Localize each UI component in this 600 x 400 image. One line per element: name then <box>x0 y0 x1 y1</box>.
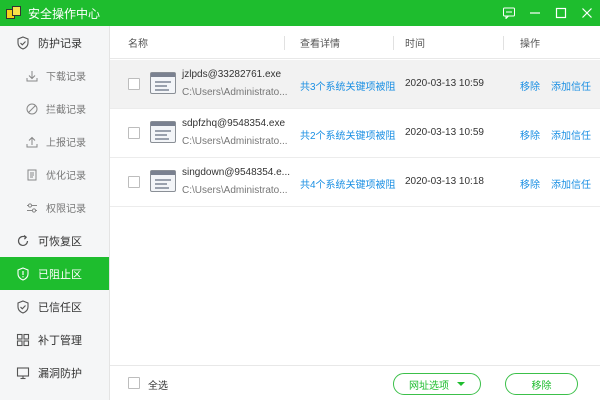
sidebar-item-label: 已阻止区 <box>38 268 82 281</box>
table-row[interactable]: singdown@9548354.e... C:\Users\Administr… <box>110 158 600 207</box>
select-all-checkbox[interactable] <box>128 377 140 389</box>
column-header-action: 操作 <box>520 39 540 50</box>
upload-icon <box>26 136 38 148</box>
file-path: C:\Users\Administrato... <box>182 87 288 98</box>
sidebar-item-label: 上报记录 <box>46 138 86 149</box>
file-name: singdown@9548354.e... <box>182 167 291 178</box>
file-name: sdpfzhq@9548354.exe <box>182 118 286 129</box>
sidebar-item-permission-records[interactable]: 权限记录 <box>0 191 109 224</box>
sidebar-item-optimize-records[interactable]: 优化记录 <box>0 158 109 191</box>
sidebar-item-report-records[interactable]: 上报记录 <box>0 125 109 158</box>
sidebar-item-protection-records[interactable]: 防护记录 <box>0 26 109 59</box>
detail-link[interactable]: 共2个系统关键项被阻 <box>300 127 396 142</box>
shield-check-icon <box>16 35 30 50</box>
monitor-icon <box>16 366 30 380</box>
sidebar-item-label: 漏洞防护 <box>38 367 82 380</box>
exe-file-icon <box>150 72 176 94</box>
maximize-icon <box>555 7 567 19</box>
add-trust-link[interactable]: 添加信任 <box>551 127 591 142</box>
add-trust-link[interactable]: 添加信任 <box>551 176 591 191</box>
feedback-button[interactable] <box>496 0 522 26</box>
document-icon <box>26 169 38 181</box>
sidebar-item-blocked-zone[interactable]: 已阻止区 <box>0 257 109 290</box>
window-controls <box>496 0 600 26</box>
close-button[interactable] <box>574 0 600 26</box>
remove-link[interactable]: 移除 <box>520 176 540 191</box>
block-icon <box>26 103 38 115</box>
sidebar-item-vulnerability-protection[interactable]: 漏洞防护 <box>0 356 109 389</box>
sidebar-item-label: 权限记录 <box>46 204 86 215</box>
detail-link[interactable]: 共4个系统关键项被阻 <box>300 176 396 191</box>
chevron-down-icon <box>457 382 465 386</box>
sliders-icon <box>26 202 38 214</box>
remove-link[interactable]: 移除 <box>520 127 540 142</box>
sidebar-item-label: 补丁管理 <box>38 334 82 347</box>
time-value: 2020-03-13 10:59 <box>405 127 484 138</box>
remove-link[interactable]: 移除 <box>520 78 540 93</box>
exe-file-icon <box>150 121 176 143</box>
column-header-time[interactable]: 时间 <box>405 26 425 59</box>
url-options-button[interactable]: 网址选项 <box>393 373 481 395</box>
download-icon <box>26 70 38 82</box>
sidebar-item-label: 下载记录 <box>46 72 86 83</box>
window-title: 安全操作中心 <box>28 6 101 21</box>
remove-button-label: 移除 <box>531 380 552 392</box>
remove-button[interactable]: 移除 <box>505 373 578 395</box>
close-icon <box>582 8 592 18</box>
select-all-label[interactable]: 全选 <box>148 377 168 392</box>
sidebar-item-intercept-records[interactable]: 拦截记录 <box>0 92 109 125</box>
add-trust-link[interactable]: 添加信任 <box>551 78 591 93</box>
column-header-name[interactable]: 名称 <box>128 26 148 59</box>
time-value: 2020-03-13 10:18 <box>405 176 484 187</box>
exe-file-icon <box>150 170 176 192</box>
sidebar-item-label: 可恢复区 <box>38 235 82 248</box>
shield-trust-icon <box>16 299 30 314</box>
table-row[interactable]: jzlpds@33282761.exe C:\Users\Administrat… <box>110 60 600 109</box>
restore-icon <box>16 234 30 248</box>
main-panel: 名称 查看详情 时间 操作 jzlpds@33282761.exe C:\Use… <box>110 26 600 400</box>
minimize-icon <box>530 12 540 14</box>
maximize-button[interactable] <box>548 0 574 26</box>
column-header-detail[interactable]: 查看详情 <box>300 26 340 59</box>
sidebar-item-label: 优化记录 <box>46 171 86 182</box>
feedback-icon <box>503 7 515 19</box>
app-logo-icon <box>6 6 22 20</box>
sidebar-item-recoverable-zone[interactable]: 可恢复区 <box>0 224 109 257</box>
row-checkbox[interactable] <box>128 78 140 90</box>
column-separator <box>503 36 504 50</box>
title-bar: 安全操作中心 <box>0 0 600 26</box>
sidebar-item-label: 拦截记录 <box>46 105 86 116</box>
file-path: C:\Users\Administrato... <box>182 185 288 196</box>
row-checkbox[interactable] <box>128 127 140 139</box>
time-value: 2020-03-13 10:59 <box>405 78 484 89</box>
detail-link[interactable]: 共3个系统关键项被阻 <box>300 78 396 93</box>
column-separator <box>393 36 394 50</box>
minimize-button[interactable] <box>522 0 548 26</box>
url-options-label: 网址选项 <box>409 380 449 392</box>
file-name: jzlpds@33282761.exe <box>182 69 282 80</box>
sidebar: 防护记录 下载记录 拦截记录 上报记录 优化记录 权限记录 可恢复区 已阻止区 … <box>0 26 110 400</box>
row-checkbox[interactable] <box>128 176 140 188</box>
sidebar-item-trusted-zone[interactable]: 已信任区 <box>0 290 109 323</box>
file-path: C:\Users\Administrato... <box>182 136 288 147</box>
column-separator <box>284 36 285 50</box>
table-row[interactable]: sdpfzhq@9548354.exe C:\Users\Administrat… <box>110 109 600 158</box>
sidebar-item-label: 防护记录 <box>38 37 82 50</box>
sidebar-item-label: 已信任区 <box>38 301 82 314</box>
shield-alert-icon <box>16 266 30 281</box>
footer-bar: 全选 网址选项 移除 <box>110 365 600 400</box>
sidebar-item-download-records[interactable]: 下载记录 <box>0 59 109 92</box>
grid-icon <box>16 333 30 347</box>
table-header: 名称 查看详情 时间 操作 <box>110 26 600 59</box>
sidebar-item-patch-management[interactable]: 补丁管理 <box>0 323 109 356</box>
